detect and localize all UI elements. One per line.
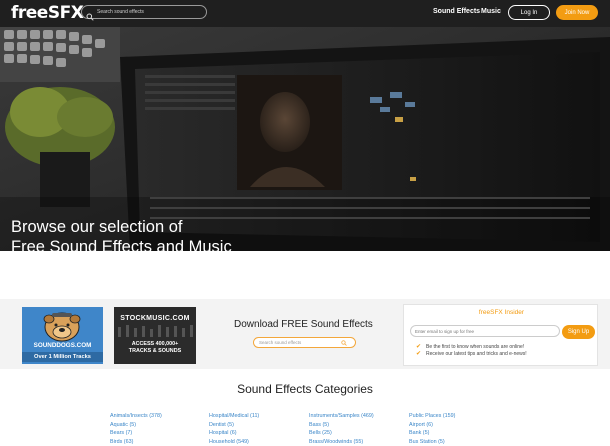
nav-music[interactable]: Music — [481, 8, 501, 15]
join-button[interactable]: Join Now — [556, 5, 598, 20]
check-icon: ✔ — [416, 351, 422, 357]
stockmusic-line1: ACCESS 400,000+ — [131, 341, 179, 347]
category-column: Public Places (159) Airport (6) Bank (5)… — [409, 412, 455, 446]
search-icon[interactable] — [341, 339, 347, 346]
stockmusic-ad[interactable]: STOCKMUSIC.COM ACCESS 400,000+ TRACKS & … — [114, 307, 196, 364]
hero-banner: Browse our selection of Free Sound Effec… — [0, 27, 610, 251]
category-link[interactable]: Dentist (5) — [209, 421, 259, 430]
category-link[interactable]: Public Places (159) — [409, 412, 455, 421]
categories-title: Sound Effects Categories — [237, 382, 373, 396]
category-link[interactable]: Brass/Woodwinds (55) — [309, 438, 374, 446]
stockmusic-title: STOCKMUSIC.COM — [120, 315, 190, 322]
category-link[interactable]: Bass (5) — [309, 421, 374, 430]
category-link[interactable]: Hospital/Medical (11) — [209, 412, 259, 421]
nav-sound-effects[interactable]: Sound Effects — [433, 8, 480, 15]
hero-title: Browse our selection of Free Sound Effec… — [11, 217, 232, 251]
category-link[interactable]: Animals/Insects (378) — [110, 412, 162, 421]
site-logo[interactable]: freeSFX — [11, 3, 84, 23]
category-link[interactable]: Hospital (6) — [209, 429, 259, 438]
email-field[interactable] — [410, 325, 560, 337]
category-link[interactable]: Birds (63) — [110, 438, 162, 446]
insider-bullet: ✔ Receive our latest tips and tricks and… — [416, 350, 527, 358]
bulldog-icon — [43, 312, 81, 342]
category-column: Animals/Insects (378) Aquatic (5) Bears … — [110, 412, 162, 446]
insider-bullet-text: Receive our latest tips and tricks and e… — [426, 350, 527, 357]
hero-title-line2: Free Sound Effects and Music — [11, 238, 232, 251]
insider-bullet-text: Be the first to know when sounds are onl… — [426, 343, 525, 350]
sounddogs-title: SOUNDDOGS.COM — [33, 342, 92, 349]
insider-bullet: ✔ Be the first to know when sounds are o… — [416, 343, 525, 351]
sounddogs-subtitle: Over 1 Million Tracks — [22, 352, 103, 362]
hero-title-line1: Browse our selection of — [11, 218, 183, 236]
search-icon — [86, 8, 94, 21]
download-search-input[interactable] — [259, 340, 339, 345]
top-navbar: freeSFX Sound Effects Music Log In Join … — [0, 0, 610, 27]
insider-title: freeSFX Insider — [478, 309, 525, 316]
email-input[interactable] — [415, 328, 555, 334]
category-link[interactable]: Bus Station (5) — [409, 438, 455, 446]
signup-button[interactable]: Sign Up — [562, 325, 595, 339]
category-link[interactable]: Household (549) — [209, 438, 259, 446]
category-link[interactable]: Airport (6) — [409, 421, 455, 430]
sounddogs-ad[interactable]: SOUNDDOGS.COM Over 1 Million Tracks — [22, 307, 103, 364]
category-column: Instruments/Samples (469) Bass (5) Bells… — [309, 412, 374, 446]
category-link[interactable]: Instruments/Samples (469) — [309, 412, 374, 421]
header-search[interactable] — [81, 5, 207, 21]
category-link[interactable]: Aquatic (5) — [110, 421, 162, 430]
download-search[interactable] — [253, 337, 356, 348]
download-title: Download FREE Sound Effects — [234, 319, 373, 330]
header-search-input[interactable] — [97, 9, 197, 15]
login-button[interactable]: Log In — [508, 5, 550, 20]
stockmusic-line2: TRACKS & SOUNDS — [128, 348, 182, 354]
category-link[interactable]: Bears (7) — [110, 429, 162, 438]
insider-signup-box: freeSFX Insider Sign Up ✔ Be the first t… — [403, 304, 598, 366]
check-icon: ✔ — [416, 344, 422, 350]
category-link[interactable]: Bells (25) — [309, 429, 374, 438]
category-column: Hospital/Medical (11) Dentist (5) Hospit… — [209, 412, 259, 446]
category-link[interactable]: Bank (5) — [409, 429, 455, 438]
